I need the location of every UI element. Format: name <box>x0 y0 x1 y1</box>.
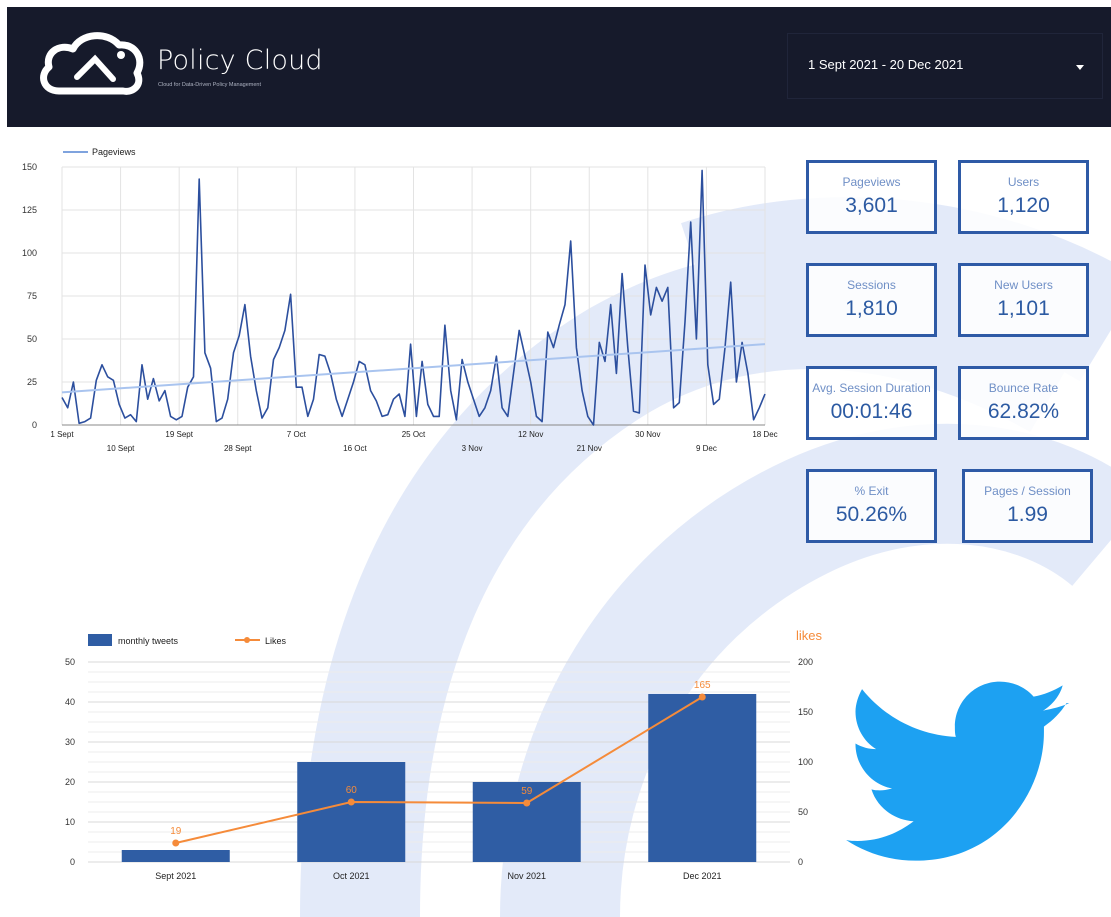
kpi-value: 1.99 <box>1007 503 1048 526</box>
likes-data-label: 59 <box>521 786 533 797</box>
kpi-value: 3,601 <box>845 194 898 217</box>
x-tick-label: 21 Nov <box>577 444 602 453</box>
y-tick-label-right: 100 <box>798 757 813 767</box>
y-tick-label-right: 150 <box>798 707 813 717</box>
kpi-value: 50.26% <box>835 503 908 526</box>
y-tick-label: 0 <box>32 420 37 430</box>
kpi-value: 1,120 <box>997 194 1050 217</box>
kpi-value: 00:01:46 <box>830 400 913 423</box>
tweet-bar <box>121 850 230 862</box>
x-tick-label: 16 Oct <box>343 444 367 453</box>
date-range-picker[interactable]: 1 Sept 2021 - 20 Dec 2021 <box>787 33 1103 99</box>
x-tick-label: 25 Oct <box>402 430 426 439</box>
kpi-label: Bounce Rate <box>988 381 1059 395</box>
kpi-sessions: Sessions 1,810 <box>806 263 937 337</box>
legend-label: Likes <box>265 636 287 646</box>
pageviews-line-chart: 0 25 50 75 100 125 150 1 Sept 10 Sept 19 Sept 28 S… <box>22 147 778 453</box>
kpi-label: New Users <box>994 278 1053 292</box>
kpi-users: Users 1,120 <box>958 160 1089 234</box>
x-tick-label: Sept 2021 <box>155 871 196 881</box>
kpi-label: Pageviews <box>842 175 901 189</box>
x-tick-label: 7 Oct <box>287 430 307 439</box>
kpi-label: Pages / Session <box>984 484 1071 498</box>
likes-point <box>172 839 180 847</box>
y-tick-label-right: 0 <box>798 857 803 867</box>
y-tick-label: 100 <box>22 248 37 258</box>
legend-swatch-tweets <box>88 634 112 646</box>
kpi-value: 62.82% <box>987 400 1060 423</box>
x-tick-label: 9 Dec <box>696 444 717 453</box>
policy-cloud-logo-icon <box>40 32 144 95</box>
kpi-label: Avg. Session Duration <box>812 381 931 395</box>
x-tick-label: 18 Dec <box>752 430 777 439</box>
y-tick-label-left: 50 <box>65 657 75 667</box>
x-tick-label: 3 Nov <box>462 444 483 453</box>
likes-data-label: 19 <box>170 826 182 837</box>
kpi-value: 1,101 <box>997 297 1050 320</box>
kpi-label: Users <box>1007 175 1040 189</box>
likes-point <box>523 799 531 807</box>
app-title: Policy Cloud <box>157 45 323 76</box>
y-tick-label: 75 <box>27 291 37 301</box>
likes-point <box>347 798 355 806</box>
x-tick-label: 19 Sept <box>165 430 193 439</box>
x-tick-label: 28 Sept <box>224 444 252 453</box>
kpi-label: % Exit <box>854 484 889 498</box>
x-tick-label: 10 Sept <box>107 444 135 453</box>
likes-series-line <box>175 696 703 844</box>
kpi-label: Sessions <box>847 278 896 292</box>
date-range-text: 1 Sept 2021 - 20 Dec 2021 <box>808 57 964 72</box>
y-tick-label-left: 30 <box>65 737 75 747</box>
likes-data-label: 165 <box>694 680 711 691</box>
kpi-avg-session-duration: Avg. Session Duration 00:01:46 <box>806 366 937 440</box>
header-bar: Policy Cloud Cloud for Data-Driven Polic… <box>7 7 1111 127</box>
y-tick-label-left: 10 <box>65 817 75 827</box>
twitter-bird-icon <box>846 681 1070 861</box>
legend-label: Pageviews <box>92 147 136 157</box>
y-tick-label: 50 <box>27 334 37 344</box>
kpi-new-users: New Users 1,101 <box>958 263 1089 337</box>
x-tick-label: 1 Sept <box>50 430 74 439</box>
x-tick-label: 30 Nov <box>635 430 660 439</box>
kpi-pages-per-session: Pages / Session 1.99 <box>962 469 1093 543</box>
y-tick-label: 25 <box>27 377 37 387</box>
kpi-value: 1,810 <box>845 297 898 320</box>
legend-label: monthly tweets <box>118 636 179 646</box>
likes-data-label: 60 <box>346 785 358 796</box>
y-tick-label-right: 50 <box>798 807 808 817</box>
caret-down-icon <box>1076 65 1084 70</box>
y-tick-label-left: 0 <box>70 857 75 867</box>
right-axis-label: likes <box>796 628 823 643</box>
kpi-bounce-rate: Bounce Rate 62.82% <box>958 366 1089 440</box>
kpi-exit: % Exit 50.26% <box>806 469 937 543</box>
tweet-bar <box>297 762 406 862</box>
likes-point <box>698 693 706 701</box>
legend-swatch-likes-dot <box>244 637 250 643</box>
app-tagline: Cloud for Data-Driven Policy Management <box>158 82 262 88</box>
y-tick-label: 150 <box>22 162 37 172</box>
x-tick-label: 12 Nov <box>518 430 543 439</box>
y-tick-label-left: 40 <box>65 697 75 707</box>
y-tick-label-right: 200 <box>798 657 813 667</box>
x-tick-label: Dec 2021 <box>683 871 722 881</box>
y-tick-label-left: 20 <box>65 777 75 787</box>
x-tick-label: Nov 2021 <box>507 871 546 881</box>
y-tick-label: 125 <box>22 205 37 215</box>
monthly-tweets-chart: 0 10 20 30 40 50 0 50 100 150 200 likes Sept 2021 Oct… <box>65 628 823 881</box>
kpi-pageviews: Pageviews 3,601 <box>806 160 937 234</box>
x-tick-label: Oct 2021 <box>333 871 370 881</box>
